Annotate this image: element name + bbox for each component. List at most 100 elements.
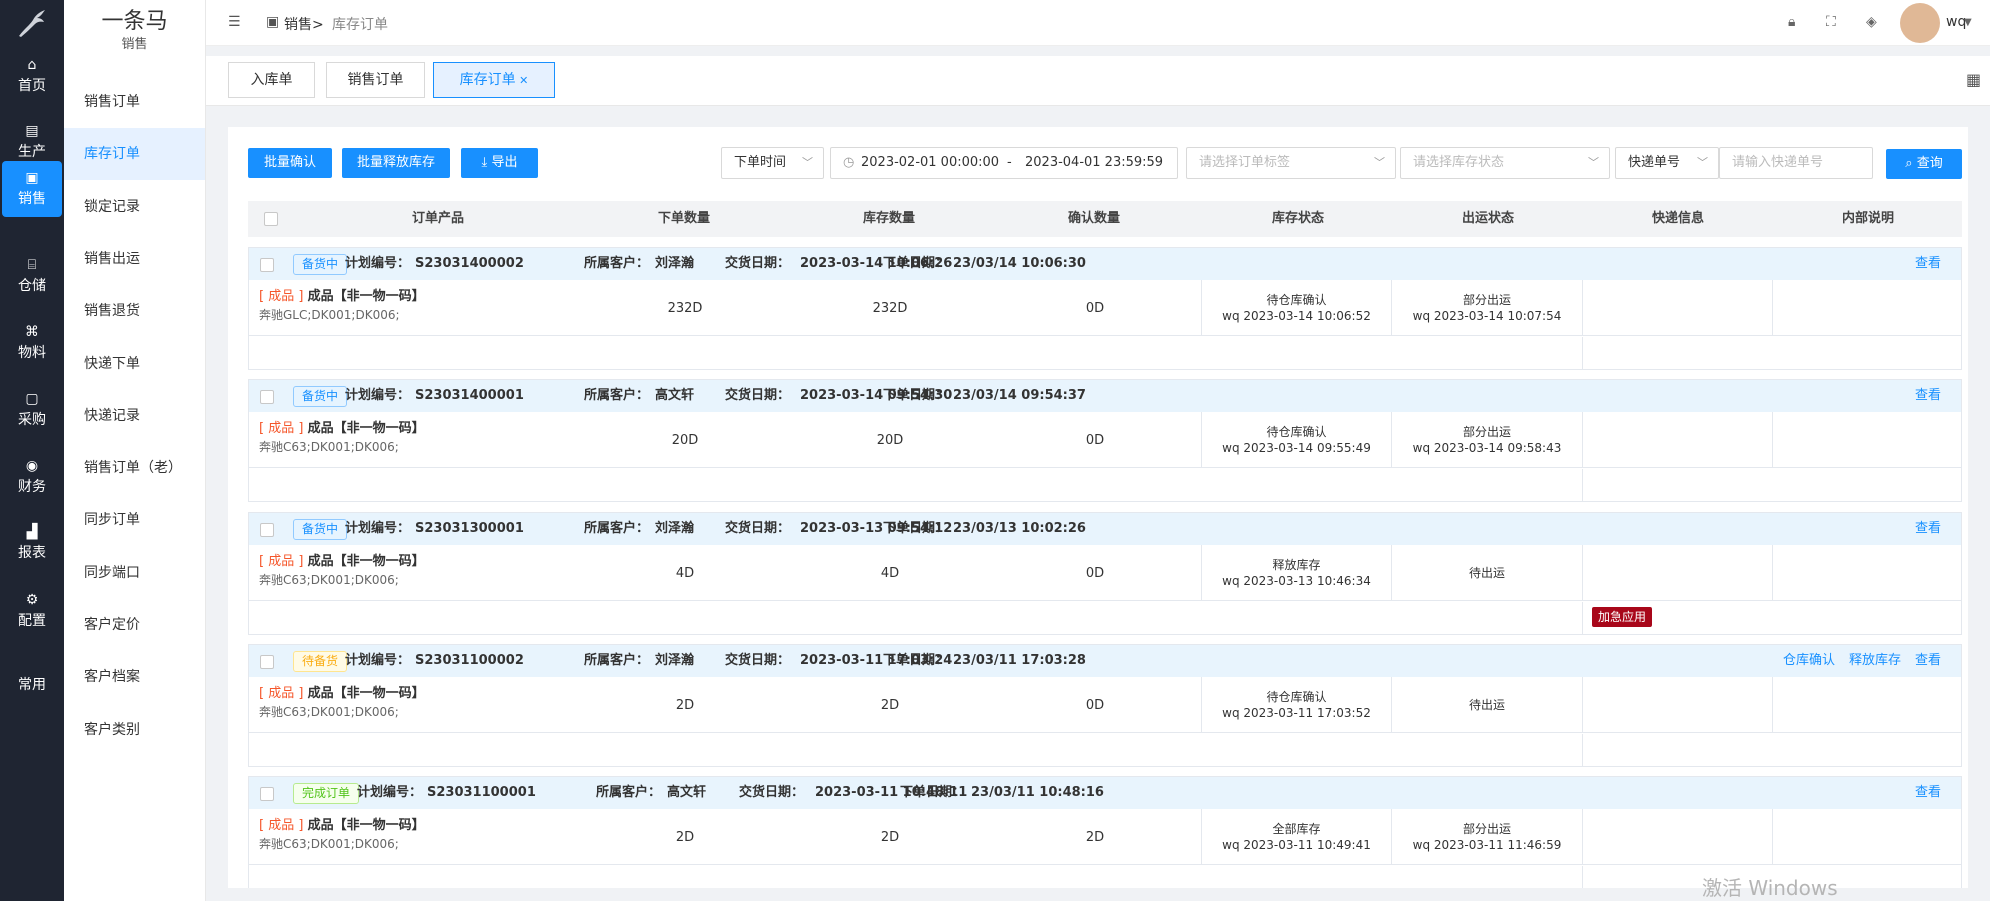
rail-item-material[interactable]: ⌘ 物料 xyxy=(0,315,64,371)
lock-icon[interactable]: 🔒︎ xyxy=(1788,14,1795,30)
order-checkbox[interactable] xyxy=(260,258,274,272)
stock-status-time: wq 2023-03-14 10:06:52 xyxy=(1222,309,1371,323)
order-checkbox[interactable] xyxy=(260,390,274,404)
plan-no-label: 计划编号： xyxy=(345,256,411,271)
date-end[interactable]: 2023-04-01 23:59:59 xyxy=(1025,148,1163,178)
express-number-input[interactable]: 请输入快递单号 xyxy=(1719,147,1873,179)
submenu-item[interactable]: 快递下单 xyxy=(64,338,205,390)
theme-icon[interactable]: ◈ xyxy=(1866,14,1877,30)
date-start[interactable]: 2023-02-01 00:00:00 xyxy=(861,148,999,178)
rail-item-label: 常用 xyxy=(18,677,46,693)
plan-no-label: 计划编号： xyxy=(345,521,411,536)
rail-item-sales[interactable]: ▣ 销售 xyxy=(2,161,62,217)
order-date-label: 下单日期： xyxy=(883,653,949,668)
brand: 一条马 销售 xyxy=(64,0,205,62)
stock-status-time: wq 2023-03-11 17:03:52 xyxy=(1222,706,1371,720)
urgent-tag: 加急应用 xyxy=(1592,607,1653,627)
customer-label: 所属客户： xyxy=(584,653,650,668)
product-category: [ 成品 ] xyxy=(259,686,304,701)
rail-item-report[interactable]: ▟ 报表 xyxy=(0,515,64,571)
rail-item-finance[interactable]: ◉ 财务 xyxy=(0,449,64,505)
submenu-item[interactable]: 同步订单 xyxy=(64,494,205,546)
submenu-item[interactable]: 销售订单（老） xyxy=(64,442,205,494)
chevron-down-icon: ﹀ xyxy=(1588,156,1599,169)
product-info: [ 成品 ] 成品【非一物一码】 奔驰C63;DK001;DK006; xyxy=(259,553,425,589)
order-quantity: 2D xyxy=(615,809,755,865)
order-date-label: 下单日期： xyxy=(883,388,949,403)
batch-release-button[interactable]: 批量释放库存 xyxy=(342,148,450,178)
order-quantity-value: 2D xyxy=(675,697,695,713)
submenu-item[interactable]: 客户档案 xyxy=(64,651,205,703)
rail-item-common[interactable]: 常用 xyxy=(0,656,64,712)
export-button[interactable]: ⤓ 导出 xyxy=(461,148,538,178)
release-stock-link[interactable]: 释放库存 xyxy=(1849,645,1901,677)
order-checkbox[interactable] xyxy=(260,787,274,801)
rail-item-purchase[interactable]: ▢ 采购 xyxy=(0,382,64,438)
tab-sales-order[interactable]: 销售订单 xyxy=(326,62,425,98)
avatar[interactable] xyxy=(1900,3,1940,43)
inventory-order-panel: 批量确认 批量释放库存 ⤓ 导出 下单时间 ﹀ ◷ 2023-02-01 00:0… xyxy=(228,127,1968,888)
close-icon[interactable]: ✕ xyxy=(516,74,528,87)
submenu-item[interactable]: 销售退货 xyxy=(64,285,205,337)
tab-inventory-order[interactable]: 库存订单 ✕ xyxy=(433,62,555,98)
rail-item-home[interactable]: ⌂ 首页 xyxy=(0,48,64,104)
time-type-select[interactable]: 下单时间 ﹀ xyxy=(721,147,824,179)
export-label: 导出 xyxy=(491,155,518,170)
order-tag-select[interactable]: 请选择订单标签 ﹀ xyxy=(1186,147,1396,179)
express-field-select[interactable]: 快递单号 ﹀ xyxy=(1615,147,1719,179)
breadcrumb-current: 库存订单 xyxy=(332,17,388,33)
status-badge: 备货中 xyxy=(293,386,348,407)
order-list: 备货中 计划编号： S23031400002 所属客户： 刘泽瀚 交货日期： 2023-03… xyxy=(248,247,1962,888)
order-card: 备货中 计划编号： S23031300001 所属客户： 刘泽瀚 交货日期： 2023-03… xyxy=(248,512,1962,635)
stock-quantity: 232D xyxy=(820,280,960,336)
submenu-item[interactable]: 锁定记录 xyxy=(64,181,205,233)
chevron-down-icon[interactable]: ▼ xyxy=(1964,17,1972,28)
submenu-item[interactable]: 客户定价 xyxy=(64,599,205,651)
stock-status-time: wq 2023-03-14 09:55:49 xyxy=(1222,441,1371,455)
warehouse-icon: ⌸ xyxy=(27,257,37,273)
plan-no: S23031400001 xyxy=(415,388,524,403)
submenu-item[interactable]: 销售出运 xyxy=(64,233,205,285)
batch-confirm-button[interactable]: 批量确认 xyxy=(248,148,332,178)
customer-label: 所属客户： xyxy=(584,388,650,403)
customer-label: 所属客户： xyxy=(584,521,650,536)
download-icon: ⤓ xyxy=(481,155,492,170)
query-button[interactable]: ⌕ 查询 xyxy=(1886,149,1962,179)
collapse-menu-icon[interactable]: ☰ xyxy=(228,14,241,30)
view-link[interactable]: 查看 xyxy=(1915,248,1941,280)
stock-status: 待仓库确认 xyxy=(1266,425,1327,439)
confirm-quantity: 0D xyxy=(1025,677,1165,733)
grid-menu-icon[interactable]: ▦ xyxy=(1966,70,1981,89)
column-header: 订单产品 xyxy=(411,211,464,226)
product-category: [ 成品 ] xyxy=(259,421,304,436)
view-link[interactable]: 查看 xyxy=(1915,645,1941,677)
submenu-item[interactable]: 快递记录 xyxy=(64,390,205,442)
rail-item-label: 财务 xyxy=(18,479,46,495)
submenu-item[interactable]: 库存订单 xyxy=(64,128,205,181)
view-link[interactable]: 查看 xyxy=(1915,513,1941,545)
rail-item-warehouse[interactable]: ⌸ 仓储 xyxy=(0,248,64,304)
order-checkbox[interactable] xyxy=(260,523,274,537)
stock-status-select[interactable]: 请选择库存状态 ﹀ xyxy=(1400,147,1610,179)
breadcrumb-root[interactable]: 销售> xyxy=(284,14,324,34)
sales-submenu: 一条马 销售 销售订单 库存订单 锁定记录 销售出运 销售退货 快递下单 快递记录 销售订单（… xyxy=(64,0,206,901)
order-date-label: 下单日期： xyxy=(900,785,966,800)
submenu-item[interactable]: 客户类别 xyxy=(64,704,205,756)
order-date-label: 下单日期： xyxy=(883,256,949,271)
date-range-picker[interactable]: ◷ 2023-02-01 00:00:00 - 2023-04-01 23:59… xyxy=(830,147,1178,179)
stock-quantity-value: 20D xyxy=(876,432,904,448)
order-header: 备货中 计划编号： S23031400001 所属客户： 高文轩 交货日期： 2023-03… xyxy=(249,380,1961,412)
warehouse-confirm-link[interactable]: 仓库确认 xyxy=(1783,645,1835,677)
express-info-cell xyxy=(1582,545,1772,601)
submenu-item[interactable]: 同步端口 xyxy=(64,547,205,599)
rail-item-config[interactable]: ⚙ 配置 xyxy=(0,583,64,639)
submenu-item[interactable]: 销售订单 xyxy=(64,76,205,128)
order-checkbox[interactable] xyxy=(260,655,274,669)
fullscreen-icon[interactable]: ⛶ xyxy=(1826,14,1836,30)
select-all-checkbox[interactable] xyxy=(264,212,278,226)
order-quantity-value: 20D xyxy=(671,432,699,448)
tab-inbound[interactable]: 入库单 xyxy=(228,62,315,98)
product-info: [ 成品 ] 成品【非一物一码】 奔驰GLC;DK001;DK006; xyxy=(259,288,425,324)
view-link[interactable]: 查看 xyxy=(1915,380,1941,412)
view-link[interactable]: 查看 xyxy=(1915,777,1941,809)
